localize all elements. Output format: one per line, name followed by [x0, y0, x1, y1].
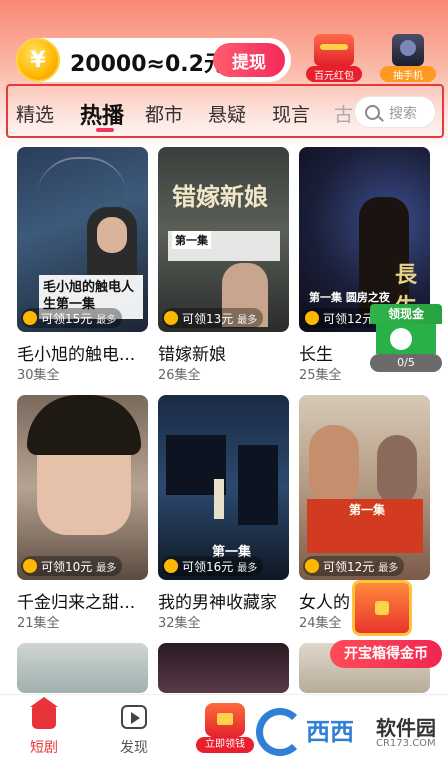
nav-discover[interactable]: 发现 [104, 705, 164, 757]
reward-badge: 可领16元 最多 [162, 556, 264, 576]
drama-title[interactable]: 我的男神收藏家 [158, 588, 298, 613]
category-tab-bar: 精选 热播 都市 悬疑 现言 古 搜索 [6, 84, 444, 138]
claim-cash-progress: 0/5 [370, 354, 442, 372]
coin-balance-bar[interactable]: ¥ 20000≈0.2元 提现 [16, 38, 291, 82]
reward-text: 可领10元 [41, 559, 93, 574]
claim-cash-widget[interactable]: 领现金 0/5 [370, 304, 442, 372]
coin-icon [164, 311, 178, 325]
home-icon [30, 697, 58, 729]
phone-lottery-promo[interactable]: 抽手机 [380, 34, 436, 82]
red-packet-label: 百元红包 [306, 66, 362, 82]
reward-badge: 可领12元 最多 [303, 556, 405, 576]
tab-modern-romance[interactable]: 现言 [272, 100, 310, 127]
watermark-text: 软件园 [376, 716, 436, 740]
treasure-chest-widget[interactable]: 开宝箱得金币 [330, 580, 442, 670]
nav-earn-label: 立即领钱 [196, 737, 254, 753]
reward-max-label: 最多 [237, 562, 258, 574]
reward-max-label: 最多 [96, 314, 117, 326]
reward-text: 可领13元 [182, 311, 234, 326]
reward-text: 可领15元 [41, 311, 93, 326]
tab-ancient[interactable]: 古 [334, 100, 353, 127]
reward-max-label: 最多 [378, 562, 399, 574]
check-icon [390, 328, 412, 350]
reward-text: 可领12元 [323, 311, 375, 326]
nav-short-drama-label: 短剧 [30, 740, 58, 756]
coin-icon [305, 559, 319, 573]
red-packet-icon [205, 703, 245, 737]
search-icon [365, 105, 380, 120]
episode-label: 第一集 [172, 231, 211, 249]
play-icon [121, 705, 147, 729]
drama-thumbnail[interactable]: 错嫁新娘 第一集 可领13元 最多 [158, 147, 289, 332]
nav-earn-money[interactable]: 立即领钱 [196, 703, 254, 755]
reward-max-label: 最多 [237, 314, 258, 326]
watermark-logo-icon [256, 708, 304, 756]
site-watermark: 西西 软件园 CR173.COM [256, 708, 446, 758]
claim-cash-label: 领现金 [370, 304, 442, 324]
drama-thumbnail[interactable]: 第一集 可领16元 最多 [158, 395, 289, 580]
reward-max-label: 最多 [96, 562, 117, 574]
drama-thumbnail[interactable] [17, 643, 148, 693]
tab-featured[interactable]: 精选 [16, 100, 54, 127]
episode-count: 30集全 [17, 368, 60, 383]
watermark-url: CR173.COM [376, 738, 436, 749]
phone-lottery-label: 抽手机 [380, 66, 436, 82]
watermark-brand: 西西 [306, 718, 354, 746]
coin-icon: ¥ [16, 38, 60, 82]
episode-label: 第一集 [349, 503, 386, 517]
nav-short-drama[interactable]: 短剧 [14, 697, 74, 757]
drama-title[interactable]: 千金归来之甜... [17, 588, 157, 613]
wallet-icon [376, 324, 436, 354]
tab-trending[interactable]: 热播 [80, 98, 124, 130]
coin-icon [23, 311, 37, 325]
tab-suspense[interactable]: 悬疑 [208, 100, 246, 127]
reward-badge: 可领10元 最多 [21, 556, 123, 576]
reward-badge: 可领13元 最多 [162, 308, 264, 328]
withdraw-button[interactable]: 提现 [213, 43, 285, 77]
treasure-chest-icon [352, 580, 412, 636]
episode-count: 21集全 [17, 616, 60, 631]
reward-text: 可领12元 [323, 559, 375, 574]
reward-badge: 可领15元 最多 [21, 308, 123, 328]
search-input[interactable]: 搜索 [354, 96, 436, 128]
open-chest-button[interactable]: 开宝箱得金币 [330, 640, 442, 668]
drama-thumbnail[interactable]: 第一集 可领12元 最多 [299, 395, 430, 580]
drama-thumbnail[interactable] [158, 643, 289, 693]
episode-count: 26集全 [158, 368, 201, 383]
tab-urban[interactable]: 都市 [145, 100, 183, 127]
coin-icon [164, 559, 178, 573]
episode-count: 32集全 [158, 616, 201, 631]
red-packet-icon [314, 34, 354, 66]
active-tab-indicator [96, 128, 114, 132]
drama-title[interactable]: 错嫁新娘 [158, 340, 298, 365]
drama-thumbnail[interactable]: 可领10元 最多 [17, 395, 148, 580]
search-placeholder: 搜索 [389, 106, 417, 122]
coin-balance-text: 20000≈0.2元 [70, 52, 226, 77]
nav-discover-label: 发现 [120, 740, 148, 756]
phone-icon [392, 34, 424, 66]
drama-title[interactable]: 毛小旭的触电... [17, 340, 157, 365]
red-packet-promo[interactable]: 百元红包 [306, 34, 362, 82]
coin-icon [305, 311, 319, 325]
coin-icon [23, 559, 37, 573]
episode-count: 25集全 [299, 368, 342, 383]
episode-label: 第一集 圆房之夜 [309, 291, 390, 304]
reward-text: 可领16元 [182, 559, 234, 574]
drama-thumbnail[interactable]: 毛小旭的触电人生第一集 可领15元 最多 [17, 147, 148, 332]
drama-overlay-title: 错嫁新娘 [172, 182, 268, 211]
